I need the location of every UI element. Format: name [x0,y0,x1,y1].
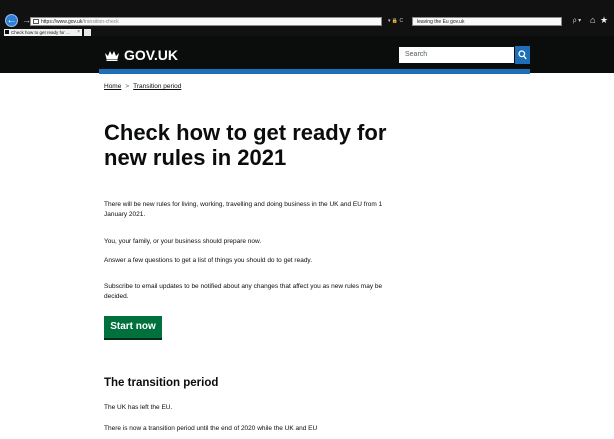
header-blue-bar [99,69,530,74]
breadcrumb-transition-period[interactable]: Transition period [133,83,181,90]
transition-paragraph: There is now a transition period until t… [104,425,318,432]
site-info-icon[interactable] [33,19,39,24]
prepare-paragraph: You, your family, or your business shoul… [104,238,262,245]
subscribe-paragraph: Subscribe to email updates to be notifie… [104,283,383,300]
star-icon[interactable]: ★ [600,14,608,26]
breadcrumb: Home > Transition period [104,83,181,91]
search-input[interactable]: Search [398,46,515,64]
questions-paragraph: Answer a few questions to get a list of … [104,257,313,264]
search-icon [518,50,527,60]
breadcrumb-home[interactable]: Home [104,83,121,90]
logo-text: GOV.UK [124,47,178,63]
page-title: Check how to get ready for new rules in … [104,120,387,170]
search-placeholder: Search [405,51,428,58]
breadcrumb-separator: > [125,83,130,90]
back-arrow-icon[interactable]: ← [5,14,18,27]
browser-tab[interactable]: Check how to get ready for ... × [4,29,82,36]
transition-heading: The transition period [104,377,219,389]
new-tab-button[interactable] [84,29,91,36]
browser-toolbar: ← → https://www.gov.uk/transition-check … [0,0,614,36]
tab-close-icon[interactable]: × [77,29,80,36]
browser-search-query: leaving the Eu gov.uk [417,19,465,25]
search-button[interactable] [515,46,530,64]
address-bar[interactable]: https://www.gov.uk/transition-check [30,17,382,26]
govuk-header: GOV.UK Search [0,36,614,73]
tab-title: Check how to get ready for ... [11,30,70,35]
address-url: https://www.gov.uk/transition-check [41,19,119,25]
home-icon[interactable]: ⌂ [590,14,595,26]
left-eu-paragraph: The UK has left the EU. [104,404,173,411]
intro-paragraph: There will be new rules for living, work… [104,201,383,218]
address-controls[interactable]: ▾ 🔒 C [388,17,403,26]
tab-favicon-icon [5,30,9,34]
start-now-button[interactable]: Start now [104,316,162,338]
crown-icon [105,50,119,61]
govuk-logo[interactable]: GOV.UK [104,46,178,64]
browser-search-box[interactable]: leaving the Eu gov.uk [412,17,562,26]
browser-search-controls[interactable]: ρ ▾ [573,17,581,26]
